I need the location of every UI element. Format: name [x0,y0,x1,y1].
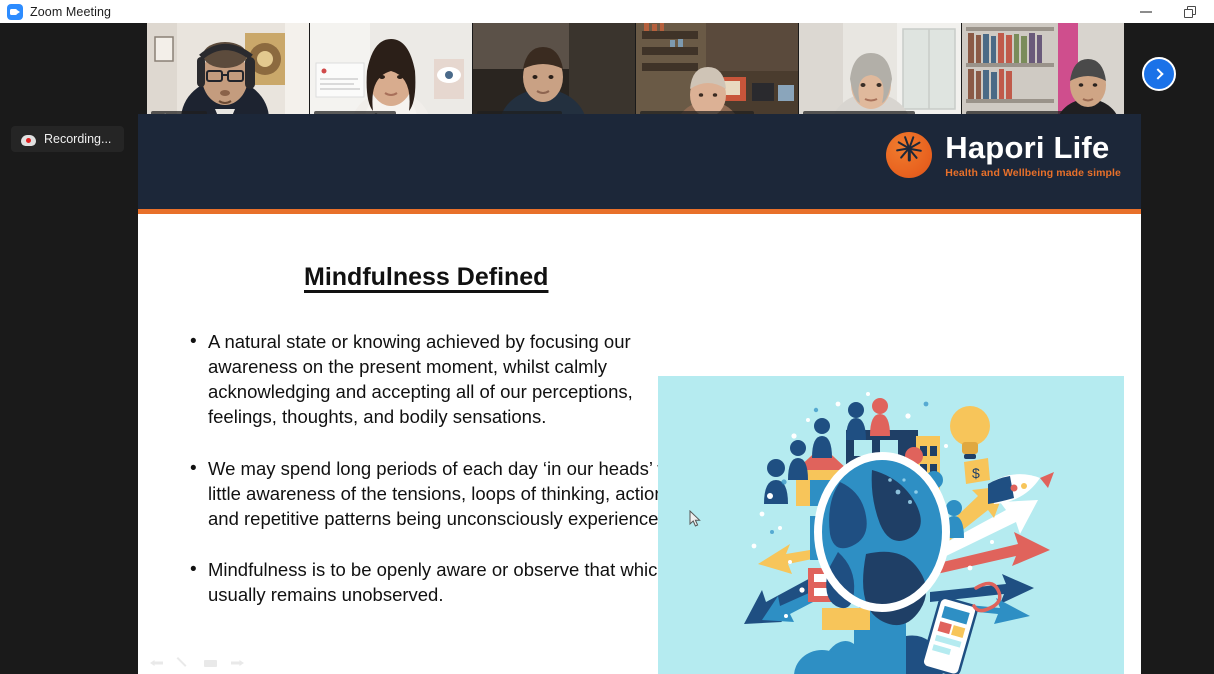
pen-icon[interactable] [177,656,191,670]
slide-body: Mindfulness Defined • A natural state or… [138,214,1141,674]
hapori-life-logo: Hapori Life Health and Wellbeing made si… [886,130,1121,179]
bullet-marker: • [190,331,197,352]
bullet-text: We may spend long periods of each day ‘i… [208,457,691,529]
zoom-meeting-window: Marc [0,23,1214,674]
sunburst-logo-icon [886,132,933,179]
zoom-video-icon [7,3,23,20]
restore-icon-front [1184,9,1193,18]
arrow-right-icon[interactable] [231,656,245,670]
bullet-text: A natural state or knowing achieved by f… [208,331,633,428]
slide-title: Mindfulness Defined [304,263,549,291]
recording-indicator[interactable]: Recording... [11,126,125,152]
brand-name: Hapori Life [945,130,1110,165]
eraser-icon[interactable] [204,656,218,670]
mouse-pointer-icon [689,509,701,528]
brand-tagline: Health and Wellbeing made simple [945,166,1121,179]
annotation-toolbar[interactable] [150,656,245,670]
window-title: Zoom Meeting [30,4,112,19]
slide-header-band: Hapori Life Health and Wellbeing made si… [138,114,1141,214]
slide-bullet-list: • A natural state or knowing achieved by… [186,329,696,633]
filmstrip-next-page-button[interactable] [1142,57,1176,91]
list-item: • We may spend long periods of each day … [186,456,696,531]
shared-screen-slide[interactable]: Hapori Life Health and Wellbeing made si… [138,114,1141,674]
svg-text:$: $ [972,465,980,481]
mind-explosion-illustration: $ [658,376,1124,674]
list-item: • A natural state or knowing achieved by… [186,329,696,430]
restore-button[interactable] [1169,0,1214,23]
bullet-marker: • [190,559,197,581]
minimize-button[interactable] [1124,0,1169,23]
cloud-recording-icon [21,133,36,146]
bullet-marker: • [190,457,197,479]
chevron-right-icon [1152,68,1164,80]
list-item: • Mindfulness is to be openly aware or o… [186,557,696,607]
recording-label: Recording... [44,132,112,146]
bullet-text: Mindfulness is to be openly aware or obs… [208,559,668,606]
window-title-bar: Zoom Meeting [0,0,1214,23]
arrow-left-icon[interactable] [150,656,164,670]
